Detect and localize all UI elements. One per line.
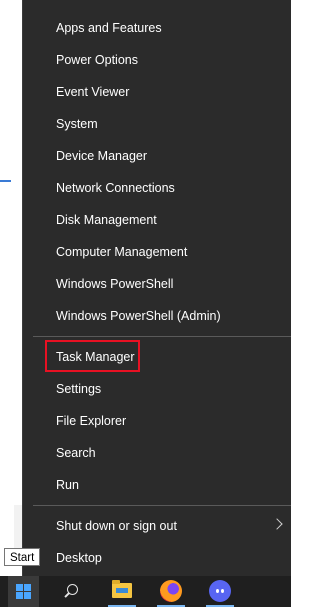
menu-separator [33,336,291,337]
task-manager-highlight [45,340,140,372]
taskbar-firefox[interactable] [152,576,190,607]
menu-item-disk-management[interactable]: Disk Management [23,204,291,236]
taskbar-discord[interactable] [201,576,239,607]
menu-item-device-manager[interactable]: Device Manager [23,140,291,172]
search-icon-handle [64,592,70,598]
menu-item-search[interactable]: Search [23,437,291,469]
menu-item-shut-down-or-sign-out[interactable]: Shut down or sign out [23,510,291,542]
chevron-right-icon [271,518,283,530]
menu-item-power-options[interactable]: Power Options [23,44,291,76]
menu-separator [33,505,291,506]
menu-item-file-explorer[interactable]: File Explorer [23,405,291,437]
menu-item-computer-management[interactable]: Computer Management [23,236,291,268]
folder-icon [112,580,132,598]
taskbar [0,576,291,607]
menu-item-network-connections[interactable]: Network Connections [23,172,291,204]
start-tooltip: Start [4,548,41,566]
menu-item-desktop[interactable]: Desktop [23,542,291,574]
search-button[interactable] [56,576,87,607]
background-edge [14,505,22,550]
taskbar-file-explorer[interactable] [103,576,141,607]
menu-item-label: Shut down or sign out [56,519,177,533]
start-button[interactable] [8,576,39,607]
menu-item-windows-powershell-admin[interactable]: Windows PowerShell (Admin) [23,300,291,332]
menu-item-system[interactable]: System [23,108,291,140]
menu-item-settings[interactable]: Settings [23,373,291,405]
windows-logo-icon [16,584,31,599]
discord-icon [209,580,231,602]
menu-item-windows-powershell[interactable]: Windows PowerShell [23,268,291,300]
screen: Apps and Features Power Options Event Vi… [0,0,291,607]
menu-item-apps-and-features[interactable]: Apps and Features [23,12,291,44]
menu-item-run[interactable]: Run [23,469,291,501]
background-accent-line [0,180,11,182]
quick-link-menu: Apps and Features Power Options Event Vi… [22,0,291,576]
firefox-icon [160,580,182,602]
menu-item-event-viewer[interactable]: Event Viewer [23,76,291,108]
